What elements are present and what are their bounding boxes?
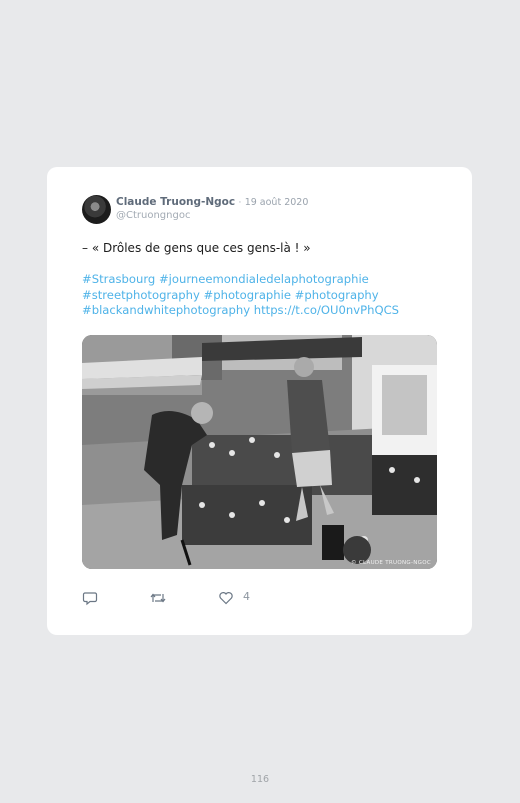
page-number: 116 <box>250 774 270 785</box>
retweet-icon[interactable] <box>149 590 167 606</box>
tweet-hashtags: #Strasbourg #journeemondialedelaphotogra… <box>82 272 399 319</box>
hashtag-line[interactable]: #blackandwhitephotography https://t.co/O… <box>82 303 399 319</box>
tweet-card: Claude Truong-Ngoc · 19 août 2020 @Ctruo… <box>47 167 472 635</box>
separator: · <box>238 198 242 208</box>
tweet-actions: 4 <box>82 590 382 606</box>
avatar[interactable] <box>82 195 111 224</box>
hashtag-line[interactable]: #Strasbourg #journeemondialedelaphotogra… <box>82 272 399 288</box>
heart-icon[interactable] <box>218 590 234 606</box>
author-handle[interactable]: @Ctruongngoc <box>116 210 190 221</box>
author-name[interactable]: Claude Truong-Ngoc <box>116 196 235 208</box>
tweet-date[interactable]: 19 août 2020 <box>245 197 309 208</box>
like-count: 4 <box>243 590 250 603</box>
tweet-text: – « Drôles de gens que ces gens-là ! » <box>82 241 311 255</box>
author-line: Claude Truong-Ngoc · 19 août 2020 <box>116 196 308 208</box>
hashtag-line[interactable]: #streetphotography #photographie #photog… <box>82 288 399 304</box>
photo-watermark: © CLAUDE TRUONG-NGOC <box>351 560 431 566</box>
reply-icon[interactable] <box>82 590 98 606</box>
tweet-photo[interactable]: © CLAUDE TRUONG-NGOC <box>82 335 437 569</box>
photo-illustration <box>82 335 437 569</box>
